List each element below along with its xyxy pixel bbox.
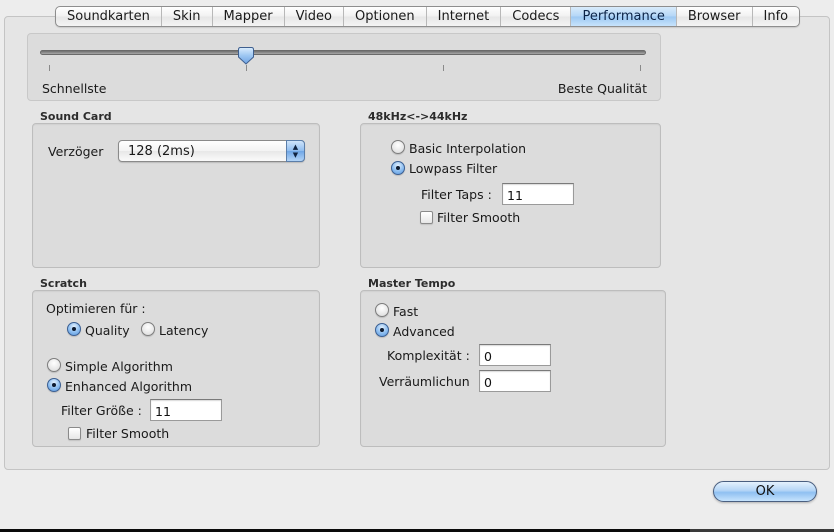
tab-mapper[interactable]: Mapper [213,7,285,26]
resample-title: 48kHz<->44kHz [368,110,468,123]
slider-tick [246,65,247,71]
complexity-label: Komplexität : [387,348,470,363]
spatial-label: Verräumlichun [379,374,470,389]
quality-slider-thumb[interactable] [238,47,254,65]
quality-radio[interactable] [67,322,81,336]
latency-label[interactable]: Latency [159,323,208,338]
enhanced-algorithm-label[interactable]: Enhanced Algorithm [65,379,192,394]
tab-codecs[interactable]: Codecs [501,7,572,26]
resample-filter-smooth-checkbox[interactable] [420,211,433,224]
tab-performance[interactable]: Performance [571,7,677,26]
enhanced-algorithm-radio[interactable] [47,378,61,392]
tab-browser[interactable]: Browser [677,7,753,26]
tab-soundkarten[interactable]: Soundkarten [56,7,162,26]
filter-taps-label: Filter Taps : [421,187,492,202]
simple-algorithm-radio[interactable] [47,358,61,372]
quality-slider-track[interactable] [40,50,646,55]
resample-group: Basic Interpolation Lowpass Filter Filte… [360,123,661,268]
spatial-input[interactable] [479,370,551,392]
filter-taps-input[interactable] [502,183,574,205]
slider-tick [443,65,444,71]
optimize-label: Optimieren für : [46,301,146,316]
filter-size-input[interactable] [150,399,222,421]
delay-popup[interactable]: 128 (2ms) ▲ ▼ [118,140,305,162]
complexity-input[interactable] [479,344,551,366]
scratch-group: Optimieren für : Quality Latency Simple … [32,290,320,447]
master-tempo-title: Master Tempo [368,277,456,290]
tab-bar: Soundkarten Skin Mapper Video Optionen I… [55,6,801,27]
sound-card-group: Verzöger 128 (2ms) ▲ ▼ [32,123,320,268]
advanced-label[interactable]: Advanced [393,324,455,339]
advanced-radio[interactable] [375,323,389,337]
ok-button[interactable]: OK [713,481,817,502]
filter-size-label: Filter Größe : [61,403,142,418]
popup-arrows-icon: ▲ ▼ [286,140,305,162]
fast-radio[interactable] [375,303,389,317]
fast-label[interactable]: Fast [393,304,418,319]
tab-video[interactable]: Video [285,7,344,26]
scratch-filter-smooth-checkbox[interactable] [68,427,81,440]
resample-filter-smooth-label[interactable]: Filter Smooth [437,210,520,225]
basic-interpolation-radio[interactable] [391,140,405,154]
slider-max-label: Beste Qualität [557,81,647,96]
master-tempo-group: Fast Advanced Komplexität : Verräumlichu… [360,290,666,447]
latency-radio[interactable] [141,322,155,336]
tab-internet[interactable]: Internet [427,7,502,26]
lowpass-filter-label[interactable]: Lowpass Filter [409,161,497,176]
tab-skin[interactable]: Skin [162,7,213,26]
basic-interpolation-label[interactable]: Basic Interpolation [409,141,526,156]
scratch-filter-smooth-label[interactable]: Filter Smooth [86,426,169,441]
sound-card-title: Sound Card [40,110,112,123]
simple-algorithm-label[interactable]: Simple Algorithm [65,359,173,374]
delay-label: Verzöger [48,144,104,159]
slider-tick [640,65,641,71]
delay-value: 128 (2ms) [128,144,195,159]
slider-tick [49,65,50,71]
lowpass-filter-radio[interactable] [391,161,405,175]
tab-info[interactable]: Info [753,7,800,26]
tab-optionen[interactable]: Optionen [344,7,427,26]
quality-label[interactable]: Quality [85,323,130,338]
scratch-title: Scratch [40,277,87,290]
slider-min-label: Schnellste [42,81,107,96]
quality-slider-group: Schnellste Beste Qualität [27,33,661,101]
